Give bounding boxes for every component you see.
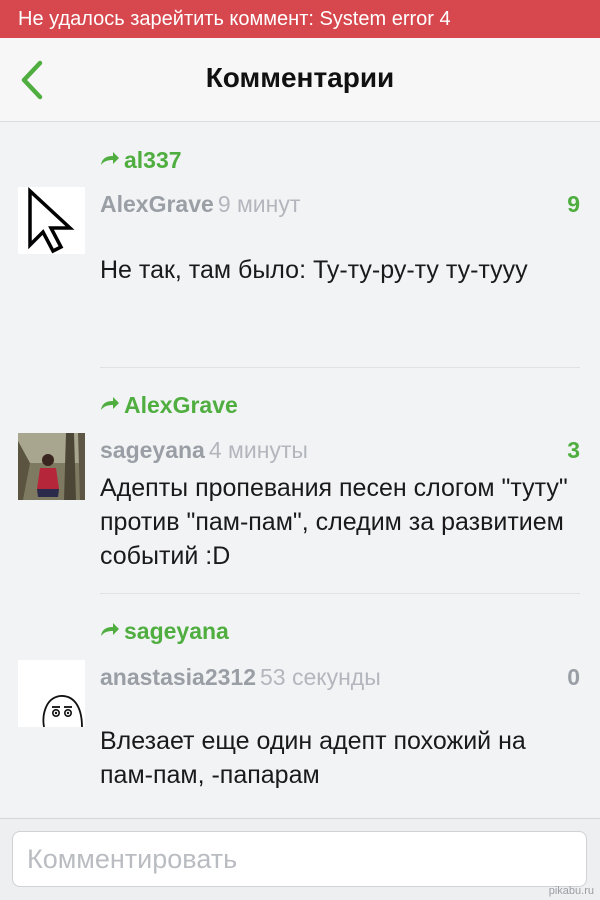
comment-item: sageyana anastasia2312 53 секунды 0 Влеза… <box>0 594 600 818</box>
reply-to-link[interactable]: sageyana <box>100 618 229 645</box>
comment-time: 4 минуты <box>208 437 308 463</box>
reply-to-username: sageyana <box>124 618 229 644</box>
comment-meta: sageyana 4 минуты <box>100 437 308 464</box>
comment-text: Не так, там было: Ту-ту-ру-ту ту-тууу <box>100 256 528 284</box>
comment-text: Адепты пропевания песен слогом "туту" пр… <box>100 474 568 570</box>
avatar[interactable] <box>18 660 85 727</box>
comment-rating[interactable]: 3 <box>567 437 580 464</box>
comment-time: 53 секунды <box>260 664 381 690</box>
comments-list[interactable]: al337 AlexGrave 9 минут 9 Не так, там был… <box>0 123 600 818</box>
error-banner: Не удалось зарейтить коммент: System err… <box>0 0 600 38</box>
comment-composer: pikabu.ru <box>0 818 600 900</box>
reply-to-link[interactable]: AlexGrave <box>100 392 238 419</box>
comment-item: AlexGrave sageyana 4 минуты 3 Адепты проп… <box>0 368 600 593</box>
navigation-bar: Комментарии <box>0 38 600 122</box>
avatar[interactable] <box>18 433 85 500</box>
reply-arrow-icon <box>101 397 119 410</box>
comment-rating[interactable]: 9 <box>567 191 580 218</box>
author-name[interactable]: anastasia2312 <box>100 664 256 690</box>
comment-rating[interactable]: 0 <box>567 664 580 691</box>
comment-input[interactable] <box>12 831 587 887</box>
avatar[interactable] <box>18 187 85 254</box>
comment-time: 9 минут <box>217 191 301 217</box>
reply-to-username: al337 <box>124 147 182 173</box>
comment-item: al337 AlexGrave 9 минут 9 Не так, там был… <box>0 123 600 367</box>
comment-meta: anastasia2312 53 секунды <box>100 664 381 691</box>
cartoon-face-avatar <box>18 660 85 727</box>
comment-meta: AlexGrave 9 минут <box>100 191 300 218</box>
cursor-arrow-avatar <box>28 187 75 254</box>
reply-arrow-icon <box>101 623 119 636</box>
reply-to-username: AlexGrave <box>124 392 238 418</box>
author-name[interactable]: AlexGrave <box>100 191 214 217</box>
comment-text: Влезает еще один адепт похожий на пам-па… <box>100 727 526 789</box>
page-title: Комментарии <box>205 62 395 93</box>
reply-arrow-icon <box>101 152 119 165</box>
watermark: pikabu.ru <box>548 885 594 897</box>
photo-avatar <box>18 433 85 500</box>
reply-to-link[interactable]: al337 <box>100 147 182 174</box>
author-name[interactable]: sageyana <box>100 437 205 463</box>
